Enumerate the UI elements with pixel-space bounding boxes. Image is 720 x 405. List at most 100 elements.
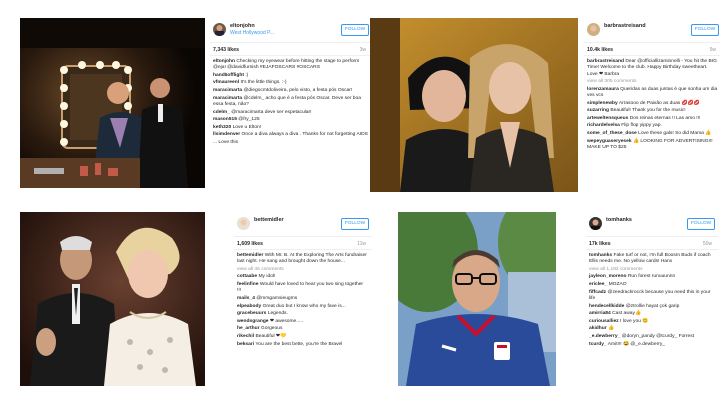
follow-button[interactable]: FOLLOW bbox=[691, 24, 719, 36]
comment-user[interactable]: some_of_these_dose bbox=[587, 131, 637, 136]
location-link[interactable]: West Hollywood P... bbox=[230, 30, 274, 36]
likes-count[interactable]: 10.4k likes bbox=[587, 47, 613, 53]
comment-user[interactable]: gracebeuurs bbox=[237, 311, 266, 316]
comment-text: @mrsgamsieugms bbox=[256, 295, 298, 301]
comment-user[interactable]: he_arthur bbox=[237, 326, 260, 331]
follow-button[interactable]: FOLLOW bbox=[687, 218, 715, 230]
comment-user[interactable]: suzarring bbox=[587, 108, 609, 113]
username[interactable]: tomhanks bbox=[606, 217, 632, 223]
comment-user[interactable]: tomhanks bbox=[589, 253, 612, 258]
comment-text: Beautiful ❤💛 bbox=[255, 333, 287, 339]
post-photo-eltonjohn[interactable] bbox=[20, 18, 205, 188]
comment-user[interactable]: beksari bbox=[237, 342, 254, 347]
comment: feelinfine Would have loved to hear you … bbox=[237, 282, 368, 295]
comment-user[interactable]: maracimarta bbox=[213, 88, 242, 93]
comment: he_arthur Gorgeous bbox=[237, 326, 368, 332]
post-photo-tomhanks[interactable] bbox=[398, 212, 556, 386]
comment-user[interactable]: maracimarta bbox=[213, 96, 242, 101]
username[interactable]: eltonjohn bbox=[230, 23, 255, 29]
post-panel-tomhanks: tomhanks FOLLOW 17k likes 50w tomhanks F… bbox=[586, 212, 718, 390]
comment-user[interactable]: richardelvelsa bbox=[587, 123, 620, 128]
comment-user[interactable]: amirria84 bbox=[589, 311, 611, 316]
avatar[interactable] bbox=[237, 217, 250, 230]
caption: bettemidler With Mr. B. At the Exploring… bbox=[237, 253, 368, 266]
comment-user[interactable]: vfmaureenl bbox=[213, 80, 239, 85]
comments-list: eltonjohn Checking my eyewear before hit… bbox=[210, 56, 372, 146]
comment: fiffcadz @zeedrackrocck because you need… bbox=[589, 290, 714, 303]
follow-button[interactable]: FOLLOW bbox=[341, 218, 369, 230]
comment-text: Dos reinas eternas !! Las amo !!! bbox=[629, 115, 701, 121]
comment-user[interactable]: feelinfine bbox=[237, 282, 258, 287]
comment-user[interactable]: barbrastreisand bbox=[587, 59, 624, 64]
comment-text: Amit!!! 😂 @_e.dewberry_ bbox=[607, 341, 666, 347]
comment-text: It's the little things. :-) bbox=[240, 80, 287, 86]
comment: mason515 @fry_125 bbox=[213, 117, 368, 123]
comment-user[interactable]: elpeabody bbox=[237, 304, 261, 309]
comment-user[interactable]: wepeyguaseryesek bbox=[587, 139, 632, 144]
caption: eltonjohn Checking my eyewear before hit… bbox=[213, 59, 368, 72]
comment: rikechil Beautiful ❤💛 bbox=[237, 334, 368, 340]
comment-user[interactable]: llsimdenver bbox=[213, 132, 240, 137]
comment: keth320 Love u Elton! bbox=[213, 125, 368, 131]
view-all-comments-link[interactable]: view all 305 comments bbox=[587, 79, 718, 85]
comment: akidhur 👍 bbox=[589, 326, 714, 332]
avatar[interactable] bbox=[213, 23, 226, 36]
comment-user[interactable]: mason515 bbox=[213, 117, 237, 122]
avatar[interactable] bbox=[589, 217, 602, 230]
comment-user[interactable]: hendecellkidde bbox=[589, 304, 624, 309]
comment-user[interactable]: _e.dewberry_ bbox=[589, 334, 620, 339]
comment-user[interactable]: hand$offlight bbox=[213, 73, 244, 78]
username[interactable]: bettemidler bbox=[254, 217, 284, 223]
post-panel-barbrastreisand: barbrastreisand FOLLOW 10.4k likes 5w ba… bbox=[584, 18, 720, 196]
comment-user[interactable]: arteweltensqueus bbox=[587, 116, 628, 121]
avatar[interactable] bbox=[587, 23, 600, 36]
comment-user[interactable]: bettemidler bbox=[237, 253, 263, 258]
comment: mails_4 @mrsgamsieugms bbox=[237, 296, 368, 302]
comment-text: Beautiful! Thank you for the music! bbox=[610, 108, 686, 114]
comment-user[interactable]: keth320 bbox=[213, 125, 231, 130]
post-photo-bettemidler[interactable] bbox=[20, 212, 205, 386]
comment-user[interactable]: rikechil bbox=[237, 334, 254, 339]
post-header: tomhanks FOLLOW bbox=[586, 212, 718, 237]
comment-text: @fry_125 bbox=[238, 117, 260, 123]
post-card-tomhanks: tomhanks FOLLOW 17k likes 50w tomhanks F… bbox=[398, 212, 720, 392]
view-all-comments-link[interactable]: view all 1,182 comments bbox=[589, 267, 714, 273]
likes-count[interactable]: 7,343 likes bbox=[213, 47, 239, 53]
comment-user[interactable]: jayleon_moreno bbox=[589, 274, 627, 279]
comment: hand$offlight :) bbox=[213, 73, 368, 79]
comment-user[interactable]: wendsgrange bbox=[237, 319, 269, 324]
comment-user[interactable]: akidhur bbox=[589, 326, 607, 331]
comment: wendsgrange ❤ awesome..... bbox=[237, 319, 368, 325]
comments-list: tomhanks Fake turf or not, I'm full Boos… bbox=[586, 250, 718, 348]
likes-count[interactable]: 1,609 likes bbox=[237, 241, 263, 247]
comment-user[interactable]: cottaabe bbox=[237, 274, 257, 279]
comment-user[interactable]: tcurdy_ bbox=[589, 342, 607, 347]
follow-button[interactable]: FOLLOW bbox=[341, 24, 369, 36]
post-meta: 10.4k likes 5w bbox=[584, 43, 720, 56]
post-photo-barbrastreisand[interactable] bbox=[370, 18, 578, 192]
post-meta: 1,609 likes 11w bbox=[234, 237, 372, 250]
comment-user[interactable]: eltonjohn bbox=[213, 59, 235, 64]
comment-text: @doryn_pandy @tcurdy_ Forrest bbox=[621, 333, 695, 339]
comment: maracimarta @cdelm_ acho que é a festa p… bbox=[213, 96, 368, 109]
comment-user[interactable]: curiousalliez bbox=[589, 319, 619, 324]
comment: richardelvelsa Flip flop yippy yap. bbox=[587, 123, 718, 129]
comment-user[interactable]: ericlee_ bbox=[589, 282, 607, 287]
likes-count[interactable]: 17k likes bbox=[589, 241, 611, 247]
comment: wepeyguaseryesek 👍 LOOKING FOR ADVERTISI… bbox=[587, 139, 718, 152]
comment-user[interactable]: mails_4 bbox=[237, 296, 255, 301]
comment-user[interactable]: simplenewby bbox=[587, 101, 618, 106]
comment-user[interactable]: cdelm_ bbox=[213, 110, 230, 115]
comment-user[interactable]: lorenzamaura bbox=[587, 87, 619, 92]
username[interactable]: barbrastreisand bbox=[604, 23, 646, 29]
comment-text: Run forest runuuunnn bbox=[627, 274, 676, 280]
post-panel-eltonjohn: eltonjohn West Hollywood P... FOLLOW 7,3… bbox=[210, 18, 372, 196]
view-all-comments-link[interactable]: view all 45 comments bbox=[237, 267, 368, 273]
comment-text: @ztrollie hayat çok garip bbox=[625, 303, 680, 309]
comment-user[interactable]: fiffcadz bbox=[589, 290, 606, 295]
post-age: 5w bbox=[709, 47, 716, 53]
comment: ... Love this bbox=[213, 140, 368, 146]
post-age: 11w bbox=[357, 241, 366, 247]
comment: beksari You are the best bette, you're t… bbox=[237, 342, 368, 348]
post-meta: 7,343 likes 3w bbox=[210, 43, 372, 56]
